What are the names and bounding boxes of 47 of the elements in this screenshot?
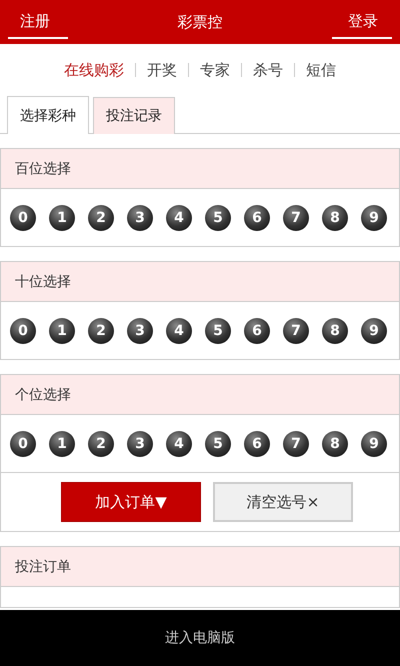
panel-title: 投注订单 bbox=[15, 558, 71, 576]
number-ball[interactable]: 5 bbox=[205, 205, 231, 231]
number-ball[interactable]: 9 bbox=[361, 318, 387, 344]
number-ball[interactable]: 0 bbox=[10, 318, 36, 344]
number-ball[interactable]: 2 bbox=[88, 205, 114, 231]
number-ball[interactable]: 5 bbox=[205, 318, 231, 344]
number-ball[interactable]: 7 bbox=[283, 205, 309, 231]
number-ball[interactable]: 9 bbox=[361, 205, 387, 231]
nav-link[interactable]: 杀号 bbox=[253, 60, 283, 80]
number-ball[interactable]: 8 bbox=[322, 318, 348, 344]
panel-title: 个位选择 bbox=[15, 386, 71, 404]
number-ball[interactable]: 8 bbox=[322, 431, 348, 457]
number-ball[interactable]: 0 bbox=[10, 431, 36, 457]
number-ball[interactable]: 1 bbox=[49, 205, 75, 231]
number-ball[interactable]: 5 bbox=[205, 431, 231, 457]
number-ball[interactable]: 4 bbox=[166, 205, 192, 231]
tab[interactable]: 选择彩种 bbox=[7, 96, 89, 134]
number-ball[interactable]: 4 bbox=[166, 431, 192, 457]
nav-link[interactable]: 在线购彩 bbox=[64, 60, 124, 80]
number-ball[interactable]: 3 bbox=[127, 431, 153, 457]
number-ball[interactable]: 1 bbox=[49, 318, 75, 344]
number-ball[interactable]: 6 bbox=[244, 318, 270, 344]
number-ball[interactable]: 7 bbox=[283, 431, 309, 457]
tab[interactable]: 投注记录 bbox=[93, 97, 175, 134]
panel-title: 十位选择 bbox=[15, 272, 71, 290]
add-to-order-button[interactable]: 加入订单▼ bbox=[61, 482, 201, 522]
number-ball[interactable]: 2 bbox=[88, 318, 114, 344]
number-ball[interactable]: 1 bbox=[49, 431, 75, 457]
panel-title: 百位选择 bbox=[15, 160, 71, 178]
nav-link[interactable]: 开奖 bbox=[147, 60, 177, 80]
login-link[interactable]: 登录 bbox=[332, 6, 392, 38]
number-ball[interactable]: 3 bbox=[127, 205, 153, 231]
clear-button[interactable]: 清空选号× bbox=[213, 482, 353, 522]
nav-link[interactable]: 短信 bbox=[306, 60, 336, 80]
number-ball[interactable]: 6 bbox=[244, 431, 270, 457]
nav-link[interactable]: 专家 bbox=[200, 60, 230, 80]
desktop-version-link[interactable]: 进入电脑版 bbox=[165, 629, 235, 647]
register-link[interactable]: 注册 bbox=[8, 6, 68, 38]
number-ball[interactable]: 3 bbox=[127, 318, 153, 344]
number-ball[interactable]: 9 bbox=[361, 431, 387, 457]
site-title: 彩票控 bbox=[178, 12, 222, 32]
number-ball[interactable]: 4 bbox=[166, 318, 192, 344]
number-ball[interactable]: 8 bbox=[322, 205, 348, 231]
number-ball[interactable]: 0 bbox=[10, 205, 36, 231]
number-ball[interactable]: 6 bbox=[244, 205, 270, 231]
number-ball[interactable]: 7 bbox=[283, 318, 309, 344]
number-ball[interactable]: 2 bbox=[88, 431, 114, 457]
